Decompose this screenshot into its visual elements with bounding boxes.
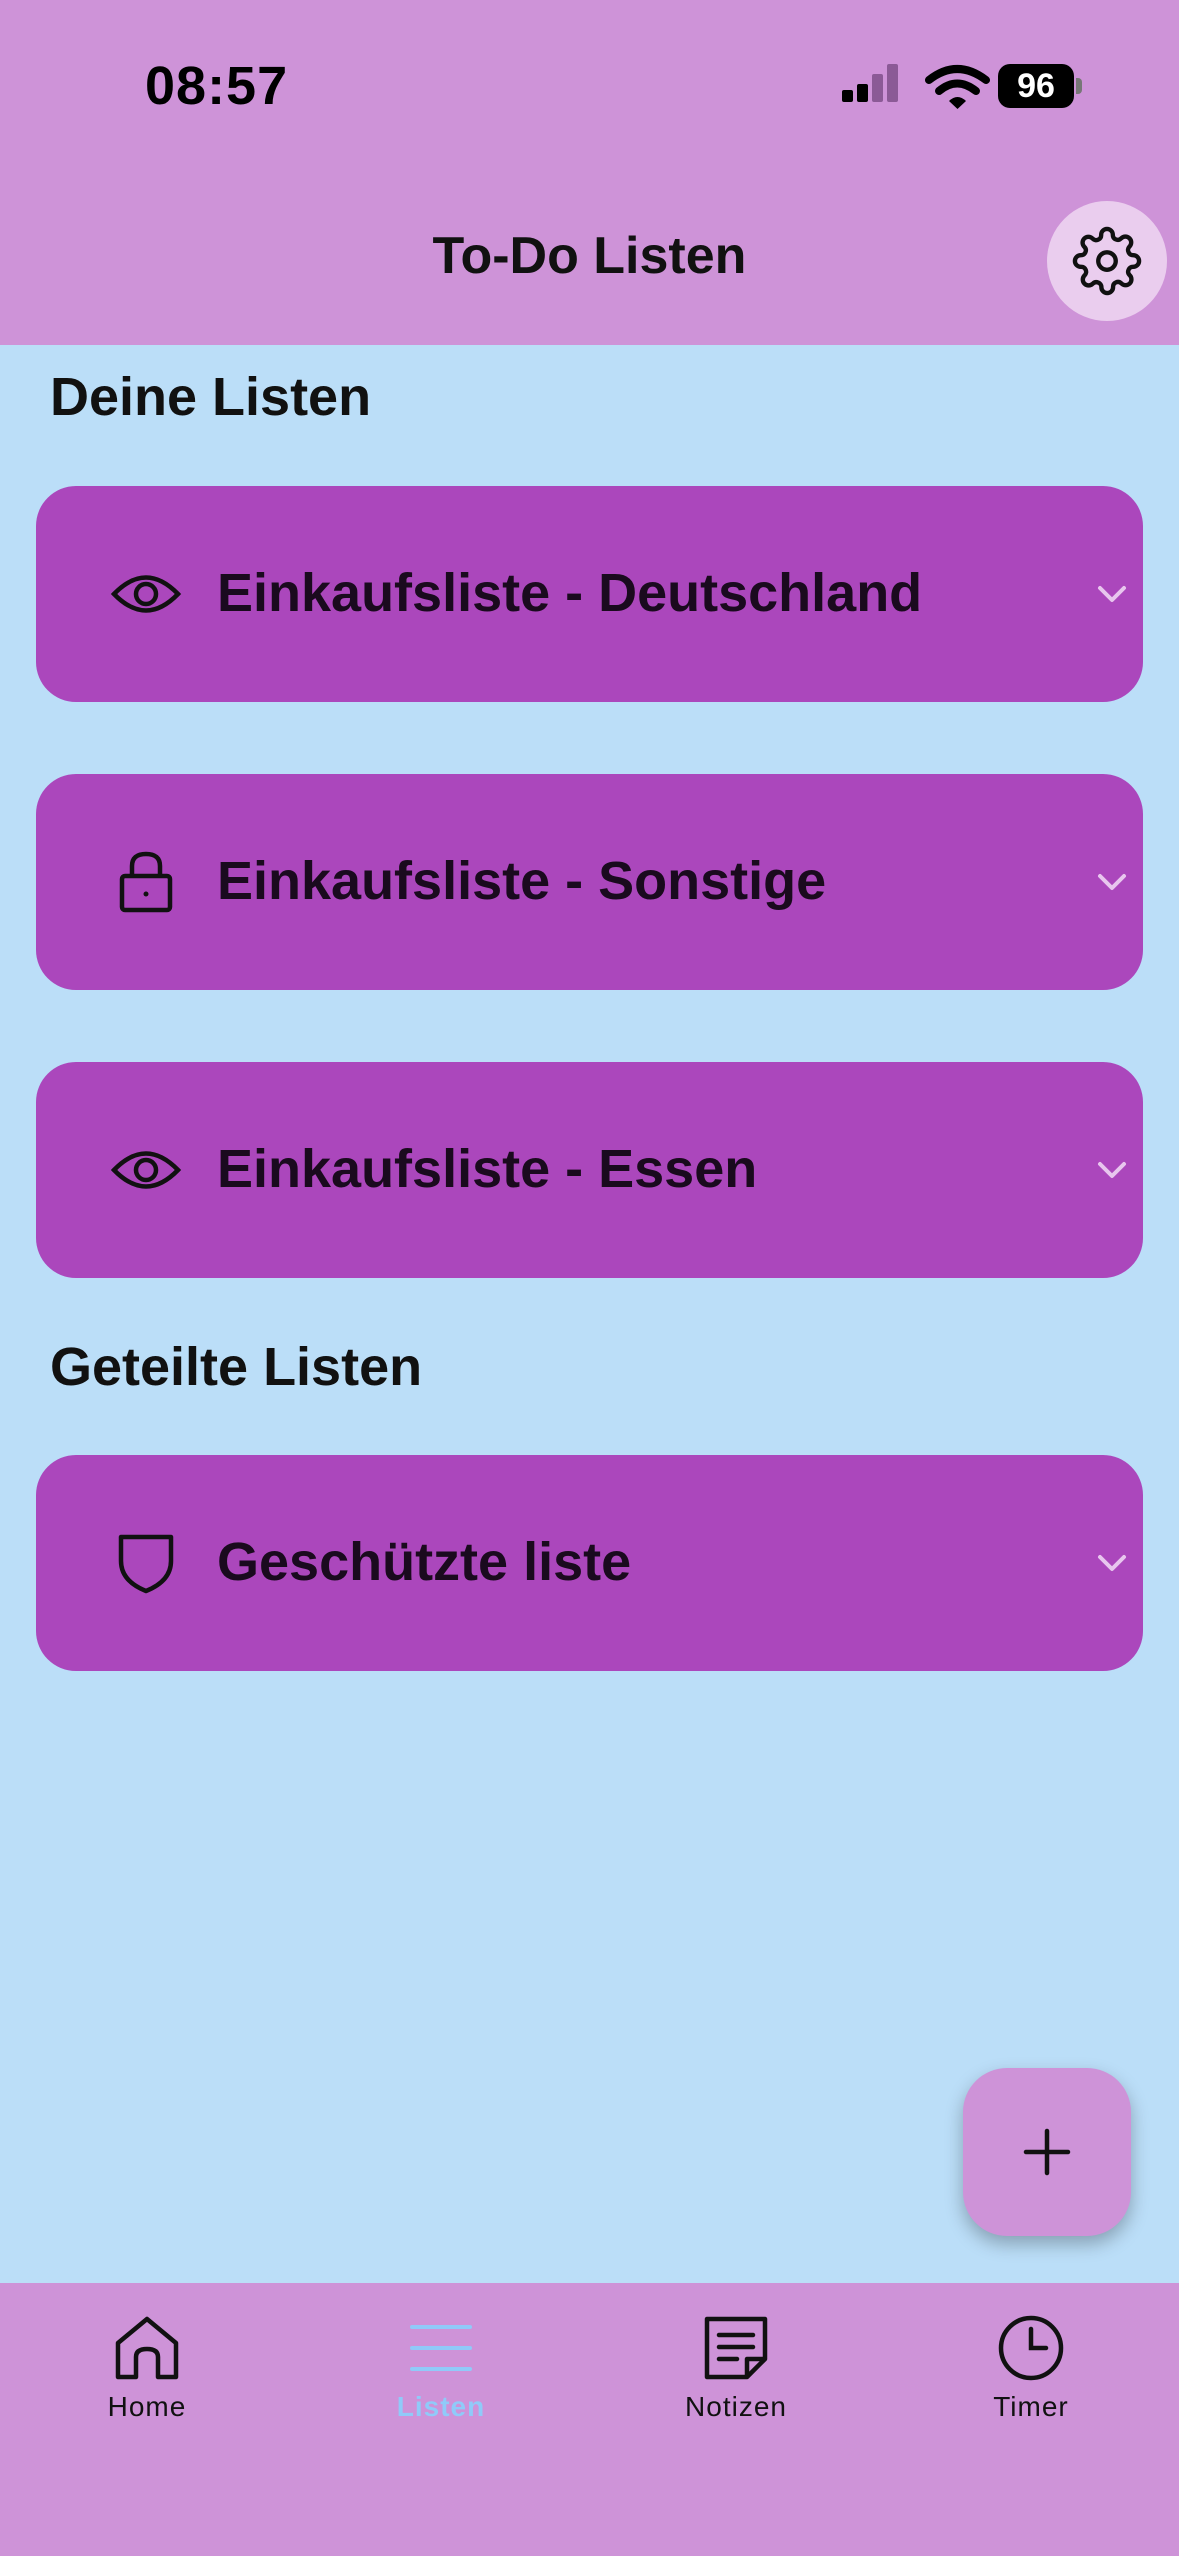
page-title: To-Do Listen bbox=[432, 227, 747, 285]
chevron-down-icon[interactable] bbox=[1092, 866, 1132, 898]
chevron-down-icon[interactable] bbox=[1092, 578, 1132, 610]
list-card[interactable]: Einkaufsliste - Essen bbox=[36, 1062, 1143, 1278]
shield-icon bbox=[118, 1534, 174, 1594]
nav-item-listen[interactable]: Listen bbox=[341, 2313, 541, 2433]
section-title-deine-listen: Deine Listen bbox=[50, 367, 372, 427]
section-title-geteilte-listen: Geteilte Listen bbox=[50, 1337, 423, 1397]
chevron-down-icon[interactable] bbox=[1092, 1547, 1132, 1579]
bottom-navigation: Home Listen Notizen Timer bbox=[0, 2283, 1179, 2556]
nav-item-home[interactable]: Home bbox=[47, 2313, 247, 2433]
home-icon bbox=[115, 2316, 179, 2380]
battery-tip bbox=[1076, 78, 1082, 94]
add-list-button[interactable] bbox=[963, 2068, 1131, 2236]
settings-button[interactable] bbox=[1047, 201, 1167, 321]
nav-label: Timer bbox=[993, 2391, 1069, 2422]
list-card[interactable]: Einkaufsliste - Sonstige bbox=[36, 774, 1143, 990]
app-header: 08:57 96 To-Do Listen bbox=[0, 0, 1179, 345]
eye-icon bbox=[110, 575, 182, 613]
note-icon bbox=[704, 2316, 768, 2380]
list-card-label: Einkaufsliste - Deutschland bbox=[217, 563, 923, 623]
chevron-down-icon[interactable] bbox=[1092, 1154, 1132, 1186]
nav-label: Notizen bbox=[685, 2391, 787, 2422]
list-card[interactable]: Einkaufsliste - Deutschland bbox=[36, 486, 1143, 702]
gear-icon bbox=[1072, 226, 1142, 296]
nav-item-timer[interactable]: Timer bbox=[931, 2313, 1131, 2433]
clock-icon bbox=[998, 2315, 1064, 2381]
eye-icon bbox=[110, 1151, 182, 1189]
nav-item-notizen[interactable]: Notizen bbox=[636, 2313, 836, 2433]
list-card[interactable]: Geschützte liste bbox=[36, 1455, 1143, 1671]
cellular-signal-icon bbox=[842, 64, 898, 102]
nav-label: Home bbox=[107, 2391, 187, 2422]
plus-icon bbox=[1023, 2128, 1071, 2176]
list-icon bbox=[410, 2325, 472, 2371]
list-card-label: Einkaufsliste - Essen bbox=[217, 1139, 758, 1199]
wifi-icon bbox=[925, 65, 990, 109]
status-time: 08:57 bbox=[145, 56, 289, 116]
list-card-label: Einkaufsliste - Sonstige bbox=[217, 851, 827, 911]
list-card-label: Geschützte liste bbox=[217, 1532, 632, 1592]
nav-label: Listen bbox=[396, 2391, 486, 2422]
lock-icon bbox=[119, 851, 173, 913]
battery-indicator: 96 bbox=[998, 64, 1074, 108]
